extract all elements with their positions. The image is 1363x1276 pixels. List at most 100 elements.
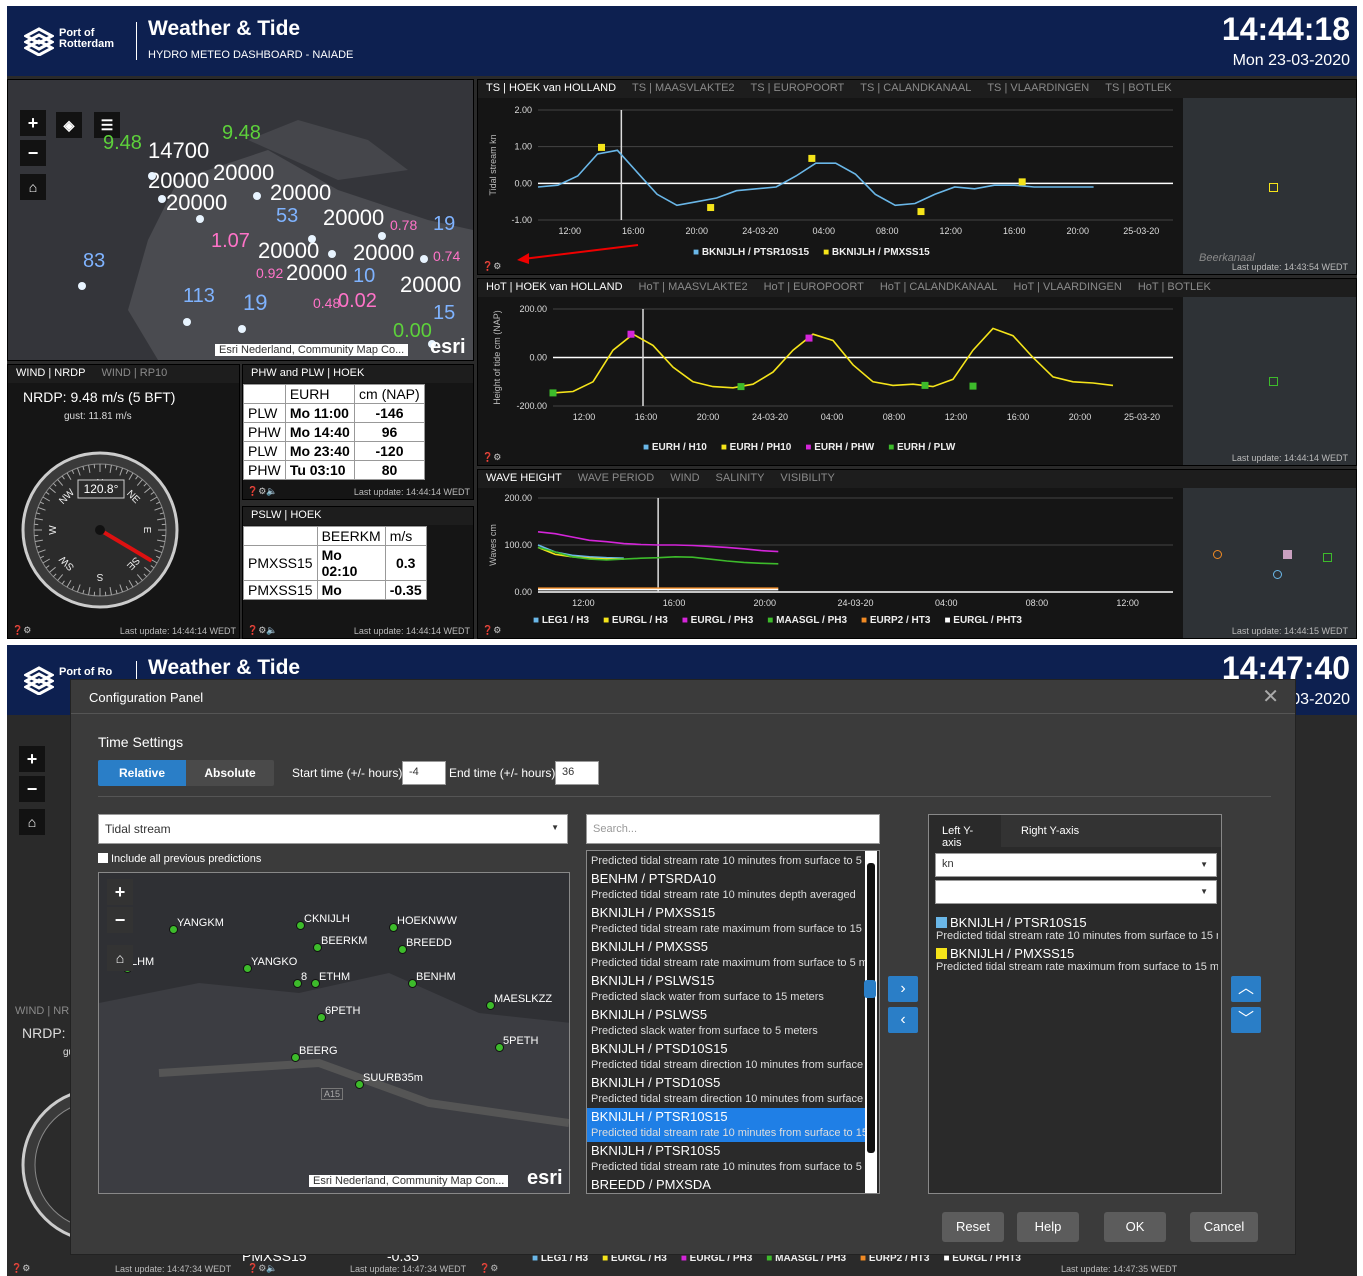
station-dot[interactable] [308, 235, 316, 243]
zoom-in-button[interactable]: + [20, 110, 46, 136]
parameter-item[interactable]: BREEDD / PMXSDA [587, 1176, 865, 1193]
parameter-description[interactable]: Predicted tidal stream rate 10 minutes f… [587, 1125, 865, 1142]
parameter-description[interactable]: Predicted tidal stream direction 10 minu… [587, 1057, 865, 1074]
reset-button[interactable]: Reset [942, 1212, 1004, 1242]
map-value-label[interactable]: 0.74 [433, 248, 460, 264]
map-value-label[interactable]: 53 [276, 205, 298, 228]
map-value-label[interactable]: 20000 [323, 205, 384, 231]
layers-button[interactable]: ◈ [56, 112, 82, 138]
tab[interactable]: TS | MAASVLAKTE2 [624, 80, 743, 96]
unit-select[interactable]: kn ▼ [935, 853, 1217, 877]
help-icon[interactable]: ❓⚙ [12, 625, 31, 636]
parameter-description[interactable]: Predicted slack water from surface to 5 … [587, 1023, 865, 1040]
map-value-label[interactable]: 0.78 [390, 217, 417, 233]
parameter-item[interactable]: BKNIJLH / PSLWS5 [587, 1006, 865, 1023]
help-icon[interactable]: ❓⚙ [11, 1263, 30, 1274]
scrollbar-thumb[interactable] [867, 863, 875, 1153]
checkbox-icon[interactable] [98, 853, 108, 863]
map-value-label[interactable]: 9.48 [222, 122, 261, 145]
parameter-item[interactable]: BKNIJLH / PTSR10S15 [587, 1108, 865, 1125]
tab[interactable]: HoT | MAASVLAKTE2 [631, 279, 756, 295]
zoom-out-button[interactable]: − [19, 776, 45, 802]
parameter-item[interactable]: BKNIJLH / PTSD10S5 [587, 1074, 865, 1091]
include-previous-checkbox[interactable]: Include all previous predictions [98, 853, 261, 865]
parameter-description[interactable]: Predicted tidal stream rate 10 minutes f… [587, 1159, 865, 1176]
station-dot[interactable] [158, 195, 166, 203]
station-dot[interactable] [148, 172, 156, 180]
map-value-label[interactable]: 15 [433, 302, 455, 325]
parameter-description[interactable]: Predicted tidal stream rate 10 minutes f… [587, 853, 865, 870]
help-icon[interactable]: ❓⚙🔈 [247, 625, 277, 636]
parameter-item[interactable]: BKNIJLH / PTSD10S15 [587, 1040, 865, 1057]
map-value-label[interactable]: 10 [353, 265, 375, 288]
station-dot[interactable] [196, 215, 204, 223]
map-value-label[interactable]: 20000 [166, 190, 227, 216]
move-down-button[interactable]: ﹀ [1231, 1007, 1261, 1033]
scrollbar[interactable] [865, 851, 877, 1193]
cancel-button[interactable]: Cancel [1190, 1212, 1258, 1242]
zoom-in-button[interactable]: + [107, 879, 133, 905]
tab[interactable]: TS | BOTLEK [1097, 80, 1179, 96]
ok-button[interactable]: OK [1104, 1212, 1166, 1242]
station-map[interactable]: YANGKM CKNIJLH HOEKNWW BEERKM BREEDD YANGKO LH… [98, 872, 570, 1194]
map-value-label[interactable]: 19 [243, 290, 267, 316]
tab[interactable]: WIND [662, 470, 707, 486]
wave-minimap[interactable] [1183, 488, 1356, 638]
station-marker[interactable] [1213, 550, 1222, 559]
station-dot[interactable] [183, 318, 191, 326]
map-value-label[interactable]: 0.48 [313, 295, 340, 311]
end-time-input[interactable]: 36 [555, 761, 599, 785]
zoom-out-button[interactable]: − [107, 907, 133, 933]
map-value-label[interactable]: 20000 [286, 260, 347, 286]
start-time-input[interactable]: -4 [402, 761, 446, 785]
selected-series-item[interactable]: BKNIJLH / PMXSS15 [936, 946, 1218, 961]
tab-left-y-axis[interactable]: Left Y-axis [929, 815, 1001, 849]
tab[interactable]: HoT | EUROPOORT [756, 279, 872, 295]
station-dot[interactable] [238, 325, 246, 333]
legend-item[interactable]: ■ BKNIJLH / PTSR10S15 [693, 247, 809, 258]
map-value-label[interactable]: 83 [83, 250, 105, 273]
tab[interactable]: WIND | NRDP [8, 365, 93, 381]
map-value-label[interactable]: 0.00 [393, 320, 432, 343]
help-icon[interactable]: ❓⚙🔈 [247, 486, 277, 497]
wave-height-chart[interactable]: 200.00 100.00 0.00 12:00 16:00 20:00 24-03-20 0… [478, 488, 1183, 616]
tab[interactable]: SALINITY [708, 470, 773, 486]
selected-series-item[interactable]: BKNIJLH / PTSR10S15 [936, 915, 1218, 930]
home-button[interactable]: ⌂ [20, 174, 46, 200]
help-icon[interactable]: ❓⚙ [479, 1263, 498, 1274]
help-icon[interactable]: ❓⚙ [482, 452, 501, 463]
station-marker[interactable] [1273, 570, 1282, 579]
parameter-item[interactable]: BKNIJLH / PTSR10S5 [587, 1142, 865, 1159]
move-right-button[interactable]: › [888, 976, 918, 1002]
tab[interactable]: WAVE PERIOD [570, 470, 662, 486]
tidal-stream-chart[interactable]: 2.00 1.00 0.00 -1.00 12:00 16:00 20:00 24-03-20… [478, 98, 1183, 258]
station-marker[interactable] [1269, 377, 1278, 386]
station-dot[interactable] [253, 192, 261, 200]
station-dot[interactable] [78, 282, 86, 290]
tab[interactable]: TS | VLAARDINGEN [979, 80, 1097, 96]
map-value-label[interactable]: 0.02 [338, 290, 377, 313]
tab[interactable]: HoT | CALANDKANAAL [872, 279, 1006, 295]
tab[interactable]: VISIBILITY [772, 470, 842, 486]
help-icon[interactable]: ❓⚙ [482, 261, 501, 272]
map-value-label[interactable]: 20000 [213, 160, 274, 186]
absolute-toggle[interactable]: Absolute [186, 760, 274, 786]
parameter-description[interactable]: Predicted tidal stream rate maximum from… [587, 921, 865, 938]
station-marker[interactable] [1283, 550, 1292, 559]
tab[interactable]: TS | HOEK van HOLLAND [478, 80, 624, 96]
station-marker[interactable] [1323, 553, 1332, 562]
map-value-label[interactable]: 113 [183, 285, 215, 308]
map-value-label[interactable]: 0.92 [256, 265, 283, 281]
station-dot[interactable] [420, 255, 428, 263]
tab[interactable]: WAVE HEIGHT [478, 470, 570, 486]
station-marker[interactable] [1269, 183, 1278, 192]
parameter-item[interactable]: BKNIJLH / PMXSS15 [587, 904, 865, 921]
ts-minimap[interactable]: Beerkanaal [1183, 98, 1356, 274]
map-value-label[interactable]: 20000 [353, 240, 414, 266]
station-dot[interactable] [328, 250, 336, 258]
relative-toggle[interactable]: Relative [98, 760, 186, 786]
parameter-description[interactable]: Predicted tidal stream rate maximum from… [587, 955, 865, 972]
hot-minimap[interactable] [1183, 297, 1356, 465]
tab[interactable]: TS | EUROPOORT [743, 80, 853, 96]
home-button[interactable]: ⌂ [19, 809, 45, 835]
